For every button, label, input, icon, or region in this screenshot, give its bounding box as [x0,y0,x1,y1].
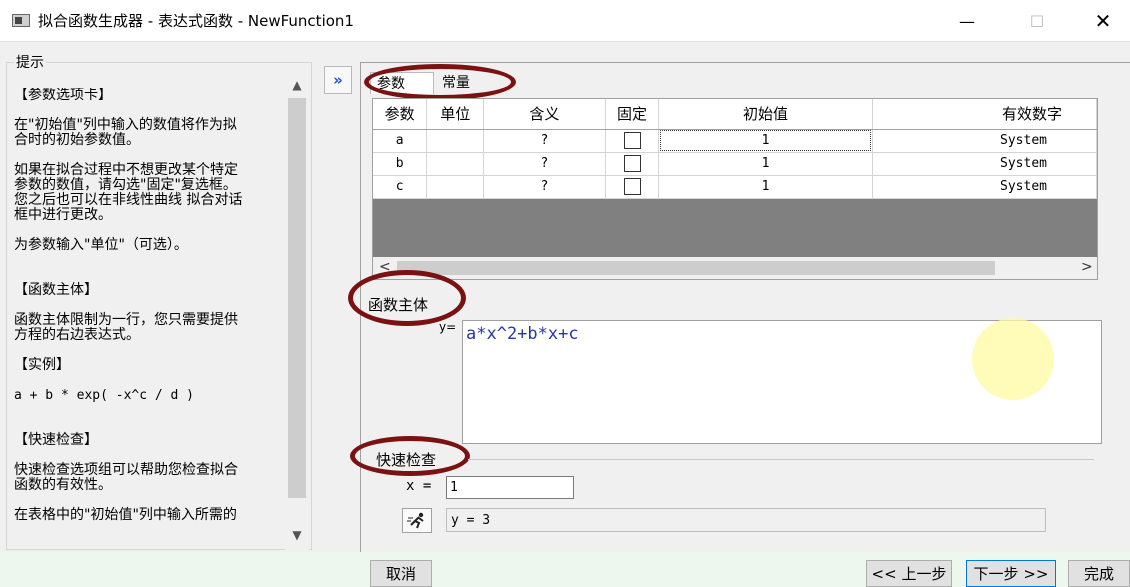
column-header: 单位 [426,99,485,130]
hint-paragraph: 【函数主体】 [14,282,98,298]
bottom-bar [0,552,1130,587]
param-cell[interactable]: a [373,129,428,153]
hint-paragraph: 【快速检查】 [14,432,98,448]
scroll-up-icon[interactable]: ▲ [285,78,309,98]
app-icon [12,14,30,27]
table-row[interactable]: b ? 1 System [373,152,1097,176]
grid-empty-area [373,199,1097,257]
x-label: x = [406,478,432,494]
param-cell[interactable]: b [373,152,428,176]
hint-scrollbar[interactable]: ▲ ▼ [285,72,309,550]
run-check-button[interactable] [402,508,432,533]
parameter-grid[interactable]: 参数 单位 含义 固定 初始值 有效数字 a ? 1 System b ? 1 … [372,98,1098,280]
sig-cell[interactable]: System [872,129,1097,153]
hint-legend: 提示 [14,52,46,72]
column-header: 参数 [373,99,428,130]
hint-paragraph: 快速检查选项组可以帮助您检查拟合 函数的有效性。 [14,462,238,493]
annotation-circle [350,436,470,476]
hint-example: a + b * exp( -x^c / d ) [14,388,195,403]
unit-cell[interactable] [426,175,485,199]
scroll-down-icon[interactable]: ▼ [285,528,309,548]
sig-cell[interactable]: System [872,152,1097,176]
finish-button[interactable]: 完成 [1068,560,1130,587]
column-header: 初始值 [658,99,873,130]
hint-paragraph: 为参数输入"单位"（可选）。 [14,237,188,253]
window-title: 拟合函数生成器 - 表达式函数 - NewFunction1 [38,12,354,30]
annotation-circle [348,270,466,326]
hint-content: 【参数选项卡】 在"初始值"列中输入的数值将作为拟 合时的初始参数值。 如果在拟… [14,88,284,550]
fixed-checkbox[interactable] [623,155,641,172]
hint-paragraph: 【实例】 [14,357,70,373]
initial-value-cell[interactable]: 1 [658,129,873,153]
table-row[interactable]: c ? 1 System [373,175,1097,199]
x-value-input[interactable]: 1 [446,476,574,499]
runner-icon [407,512,424,528]
cursor-highlight [972,318,1054,400]
prev-step-button[interactable]: << 上一步 [866,560,952,587]
meaning-cell[interactable]: ? [483,152,606,176]
scroll-right-icon[interactable]: > [1081,259,1093,275]
meaning-cell[interactable]: ? [483,129,606,153]
hint-paragraph: 在"初始值"列中输入的数值将作为拟 合时的初始参数值。 [14,117,237,148]
initial-value-cell[interactable]: 1 [658,152,873,176]
fixed-cell[interactable] [605,129,660,153]
expand-button[interactable]: » [324,66,352,94]
fixed-checkbox[interactable] [623,132,641,149]
cancel-button[interactable]: 取消 [370,560,432,587]
fixed-checkbox[interactable] [623,178,641,195]
sig-cell[interactable]: System [872,175,1097,199]
result-field: y = 3 [446,508,1046,532]
unit-cell[interactable] [426,152,485,176]
hint-paragraph: 如果在拟合过程中不想更改某个特定 参数的数值，请勾选"固定"复选框。 您之后也可… [14,162,243,223]
divider [468,459,1094,460]
scroll-thumb[interactable] [397,261,995,275]
param-cell[interactable]: c [373,175,428,199]
unit-cell[interactable] [426,129,485,153]
next-step-button[interactable]: 下一步 >> [966,560,1056,587]
column-header: 有效数字 [872,99,1097,130]
column-header: 固定 [605,99,660,130]
fixed-cell[interactable] [605,175,660,199]
annotation-circle [364,64,516,100]
grid-horizontal-scrollbar[interactable]: < > [373,257,1097,279]
scroll-thumb[interactable] [288,98,306,498]
maximize-button[interactable]: ☐ [1014,0,1060,42]
title-bar: 拟合函数生成器 - 表达式函数 - NewFunction1 — ☐ ✕ [0,0,1130,42]
hint-paragraph: 在表格中的"初始值"列中输入所需的 [14,507,237,523]
initial-value-cell[interactable]: 1 [658,175,873,199]
fixed-cell[interactable] [605,152,660,176]
hint-paragraph: 函数主体限制为一行，您只需要提供 方程的右边表达式。 [14,312,238,343]
column-header: 含义 [483,99,606,130]
y-equals-label: y= [439,320,457,334]
meaning-cell[interactable]: ? [483,175,606,199]
hint-paragraph: 【参数选项卡】 [14,88,112,103]
table-row[interactable]: a ? 1 System [373,129,1097,153]
close-button[interactable]: ✕ [1080,0,1126,42]
minimize-button[interactable]: — [944,0,990,42]
